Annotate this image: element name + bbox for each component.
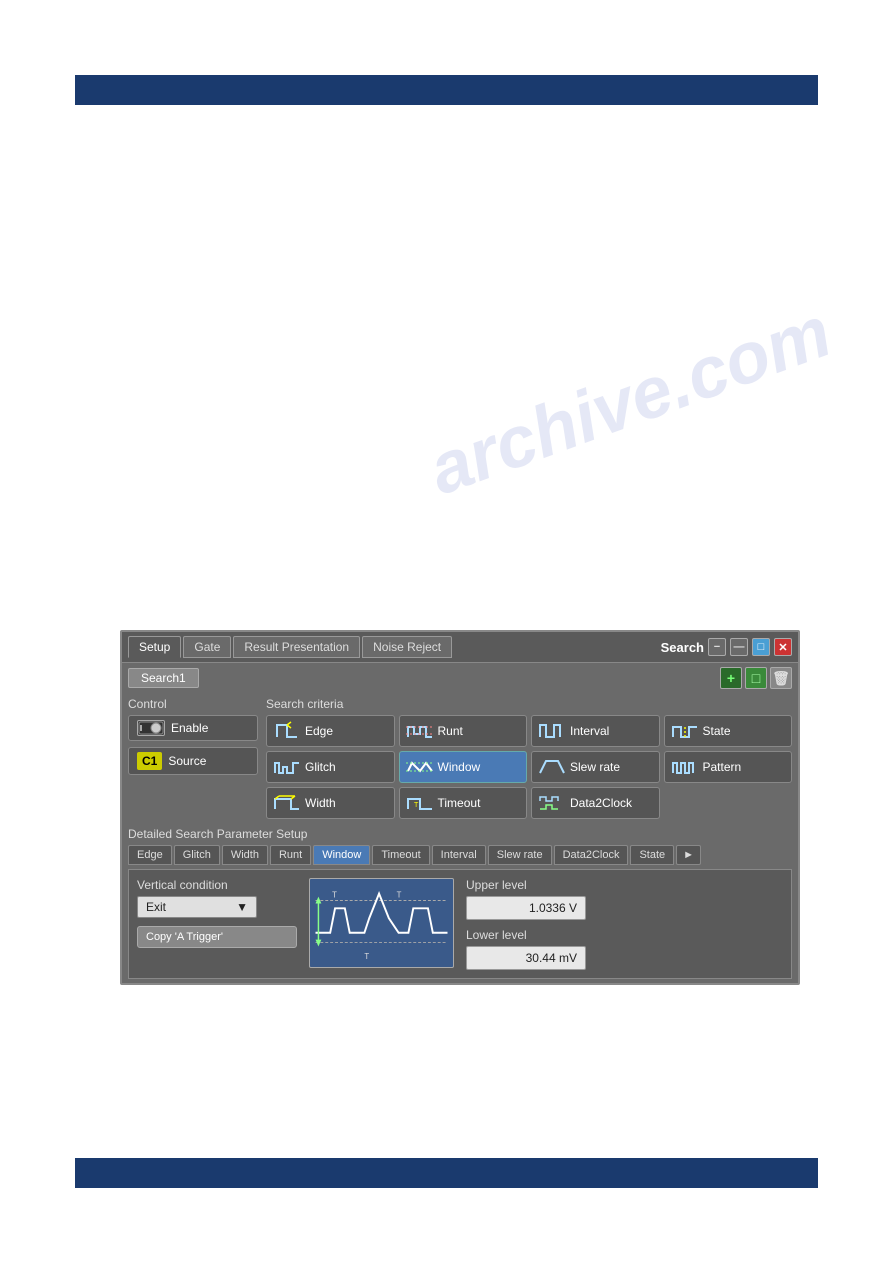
vertical-condition-area: Vertical condition Exit ▼ Copy 'A Trigge…	[137, 878, 297, 948]
tab-setup[interactable]: Setup	[128, 636, 181, 658]
criteria-interval-label: Interval	[570, 724, 609, 738]
svg-text:T: T	[397, 891, 402, 900]
param-tab-slewrate[interactable]: Slew rate	[488, 845, 552, 865]
criteria-grid: Edge Runt	[266, 715, 792, 819]
vertical-condition-dropdown[interactable]: Exit ▼	[137, 896, 257, 918]
svg-text:T: T	[364, 952, 369, 961]
toggle-icon	[137, 720, 165, 736]
criteria-window-label: Window	[438, 760, 481, 774]
criteria-pattern[interactable]: Pattern	[664, 751, 793, 783]
criteria-timeout-label: Timeout	[438, 796, 481, 810]
source-label: Source	[168, 754, 206, 768]
dialog-titlebar: Setup Gate Result Presentation Noise Rej…	[122, 632, 798, 663]
param-content: Vertical condition Exit ▼ Copy 'A Trigge…	[128, 869, 792, 979]
criteria-slew-rate[interactable]: Slew rate	[531, 751, 660, 783]
criteria-pattern-label: Pattern	[703, 760, 742, 774]
criteria-window[interactable]: Window	[399, 751, 528, 783]
param-tab-edge[interactable]: Edge	[128, 845, 172, 865]
control-label: Control	[128, 697, 258, 711]
window-resize-button[interactable]: □	[752, 638, 770, 656]
criteria-width[interactable]: Width	[266, 787, 395, 819]
tab-result-presentation[interactable]: Result Presentation	[233, 636, 360, 658]
param-tab-data2clock[interactable]: Data2Clock	[554, 845, 629, 865]
window-close-button[interactable]: ✕	[774, 638, 792, 656]
dialog-body: Search1 + □ 🗑 Control	[122, 663, 798, 983]
window-minimize-small-button[interactable]: −	[708, 638, 726, 656]
param-tab-interval[interactable]: Interval	[432, 845, 486, 865]
source-button[interactable]: C1 Source	[128, 747, 258, 775]
criteria-section: Search criteria Edge	[266, 697, 792, 819]
criteria-slew-rate-label: Slew rate	[570, 760, 620, 774]
upper-level-group: Upper level 1.0336 V	[466, 878, 586, 920]
upper-level-label: Upper level	[466, 878, 586, 892]
search-name-buttons: + □ 🗑	[720, 667, 792, 689]
dialog-title: Search	[661, 640, 704, 655]
criteria-data2clock-label: Data2Clock	[570, 796, 632, 810]
top-bar	[75, 75, 818, 105]
control-section: Control Enable C1 Source	[128, 697, 258, 819]
criteria-width-label: Width	[305, 796, 336, 810]
copy-trigger-button[interactable]: Copy 'A Trigger'	[137, 926, 297, 948]
criteria-timeout[interactable]: T Timeout	[399, 787, 528, 819]
detailed-label: Detailed Search Parameter Setup	[128, 827, 792, 841]
tab-noise-reject[interactable]: Noise Reject	[362, 636, 452, 658]
enable-label: Enable	[171, 721, 208, 735]
enable-button[interactable]: Enable	[128, 715, 258, 741]
criteria-runt[interactable]: Runt	[399, 715, 528, 747]
criteria-edge[interactable]: Edge	[266, 715, 395, 747]
green-search-button[interactable]: □	[745, 667, 767, 689]
param-tab-runt[interactable]: Runt	[270, 845, 311, 865]
criteria-state[interactable]: State	[664, 715, 793, 747]
search-dialog: Setup Gate Result Presentation Noise Rej…	[120, 630, 800, 985]
criteria-runt-label: Runt	[438, 724, 463, 738]
param-tab-glitch[interactable]: Glitch	[174, 845, 220, 865]
tab-gate[interactable]: Gate	[183, 636, 231, 658]
criteria-data2clock[interactable]: Data2Clock	[531, 787, 660, 819]
bottom-bar	[75, 1158, 818, 1188]
criteria-glitch-label: Glitch	[305, 760, 336, 774]
criteria-state-label: State	[703, 724, 731, 738]
criteria-edge-label: Edge	[305, 724, 333, 738]
dialog-title-area: Search − — □ ✕	[661, 638, 792, 656]
detailed-section: Detailed Search Parameter Setup Edge Gli…	[122, 823, 798, 983]
param-tab-state[interactable]: State	[630, 845, 674, 865]
waveform-diagram: T T T	[309, 878, 454, 968]
svg-text:T: T	[414, 802, 419, 809]
window-minimize-button[interactable]: —	[730, 638, 748, 656]
dropdown-chevron-icon: ▼	[236, 900, 248, 914]
lower-level-label: Lower level	[466, 928, 586, 942]
criteria-label: Search criteria	[266, 697, 792, 711]
upper-level-input[interactable]: 1.0336 V	[466, 896, 586, 920]
param-tab-timeout[interactable]: Timeout	[372, 845, 429, 865]
watermark: archive.com	[419, 291, 842, 512]
svg-text:T: T	[332, 891, 337, 900]
param-tab-more-button[interactable]: ►	[676, 845, 701, 865]
vertical-condition-value: Exit	[146, 900, 166, 914]
search-name-tag: Search1	[128, 668, 199, 688]
delete-search-button[interactable]: 🗑	[770, 667, 792, 689]
levels-section: Upper level 1.0336 V Lower level 30.44 m…	[466, 878, 586, 970]
main-area: Control Enable C1 Source	[122, 693, 798, 823]
add-search-button[interactable]: +	[720, 667, 742, 689]
lower-level-input[interactable]: 30.44 mV	[466, 946, 586, 970]
dialog-tabs: Setup Gate Result Presentation Noise Rej…	[128, 636, 452, 658]
lower-level-group: Lower level 30.44 mV	[466, 928, 586, 970]
param-tabs: Edge Glitch Width Runt Window Timeout In…	[128, 845, 792, 865]
param-tab-window[interactable]: Window	[313, 845, 370, 865]
param-tab-width[interactable]: Width	[222, 845, 268, 865]
criteria-glitch[interactable]: Glitch	[266, 751, 395, 783]
search-name-bar: Search1 + □ 🗑	[122, 663, 798, 693]
criteria-interval[interactable]: Interval	[531, 715, 660, 747]
vertical-condition-label: Vertical condition	[137, 878, 297, 892]
source-badge: C1	[137, 752, 162, 770]
